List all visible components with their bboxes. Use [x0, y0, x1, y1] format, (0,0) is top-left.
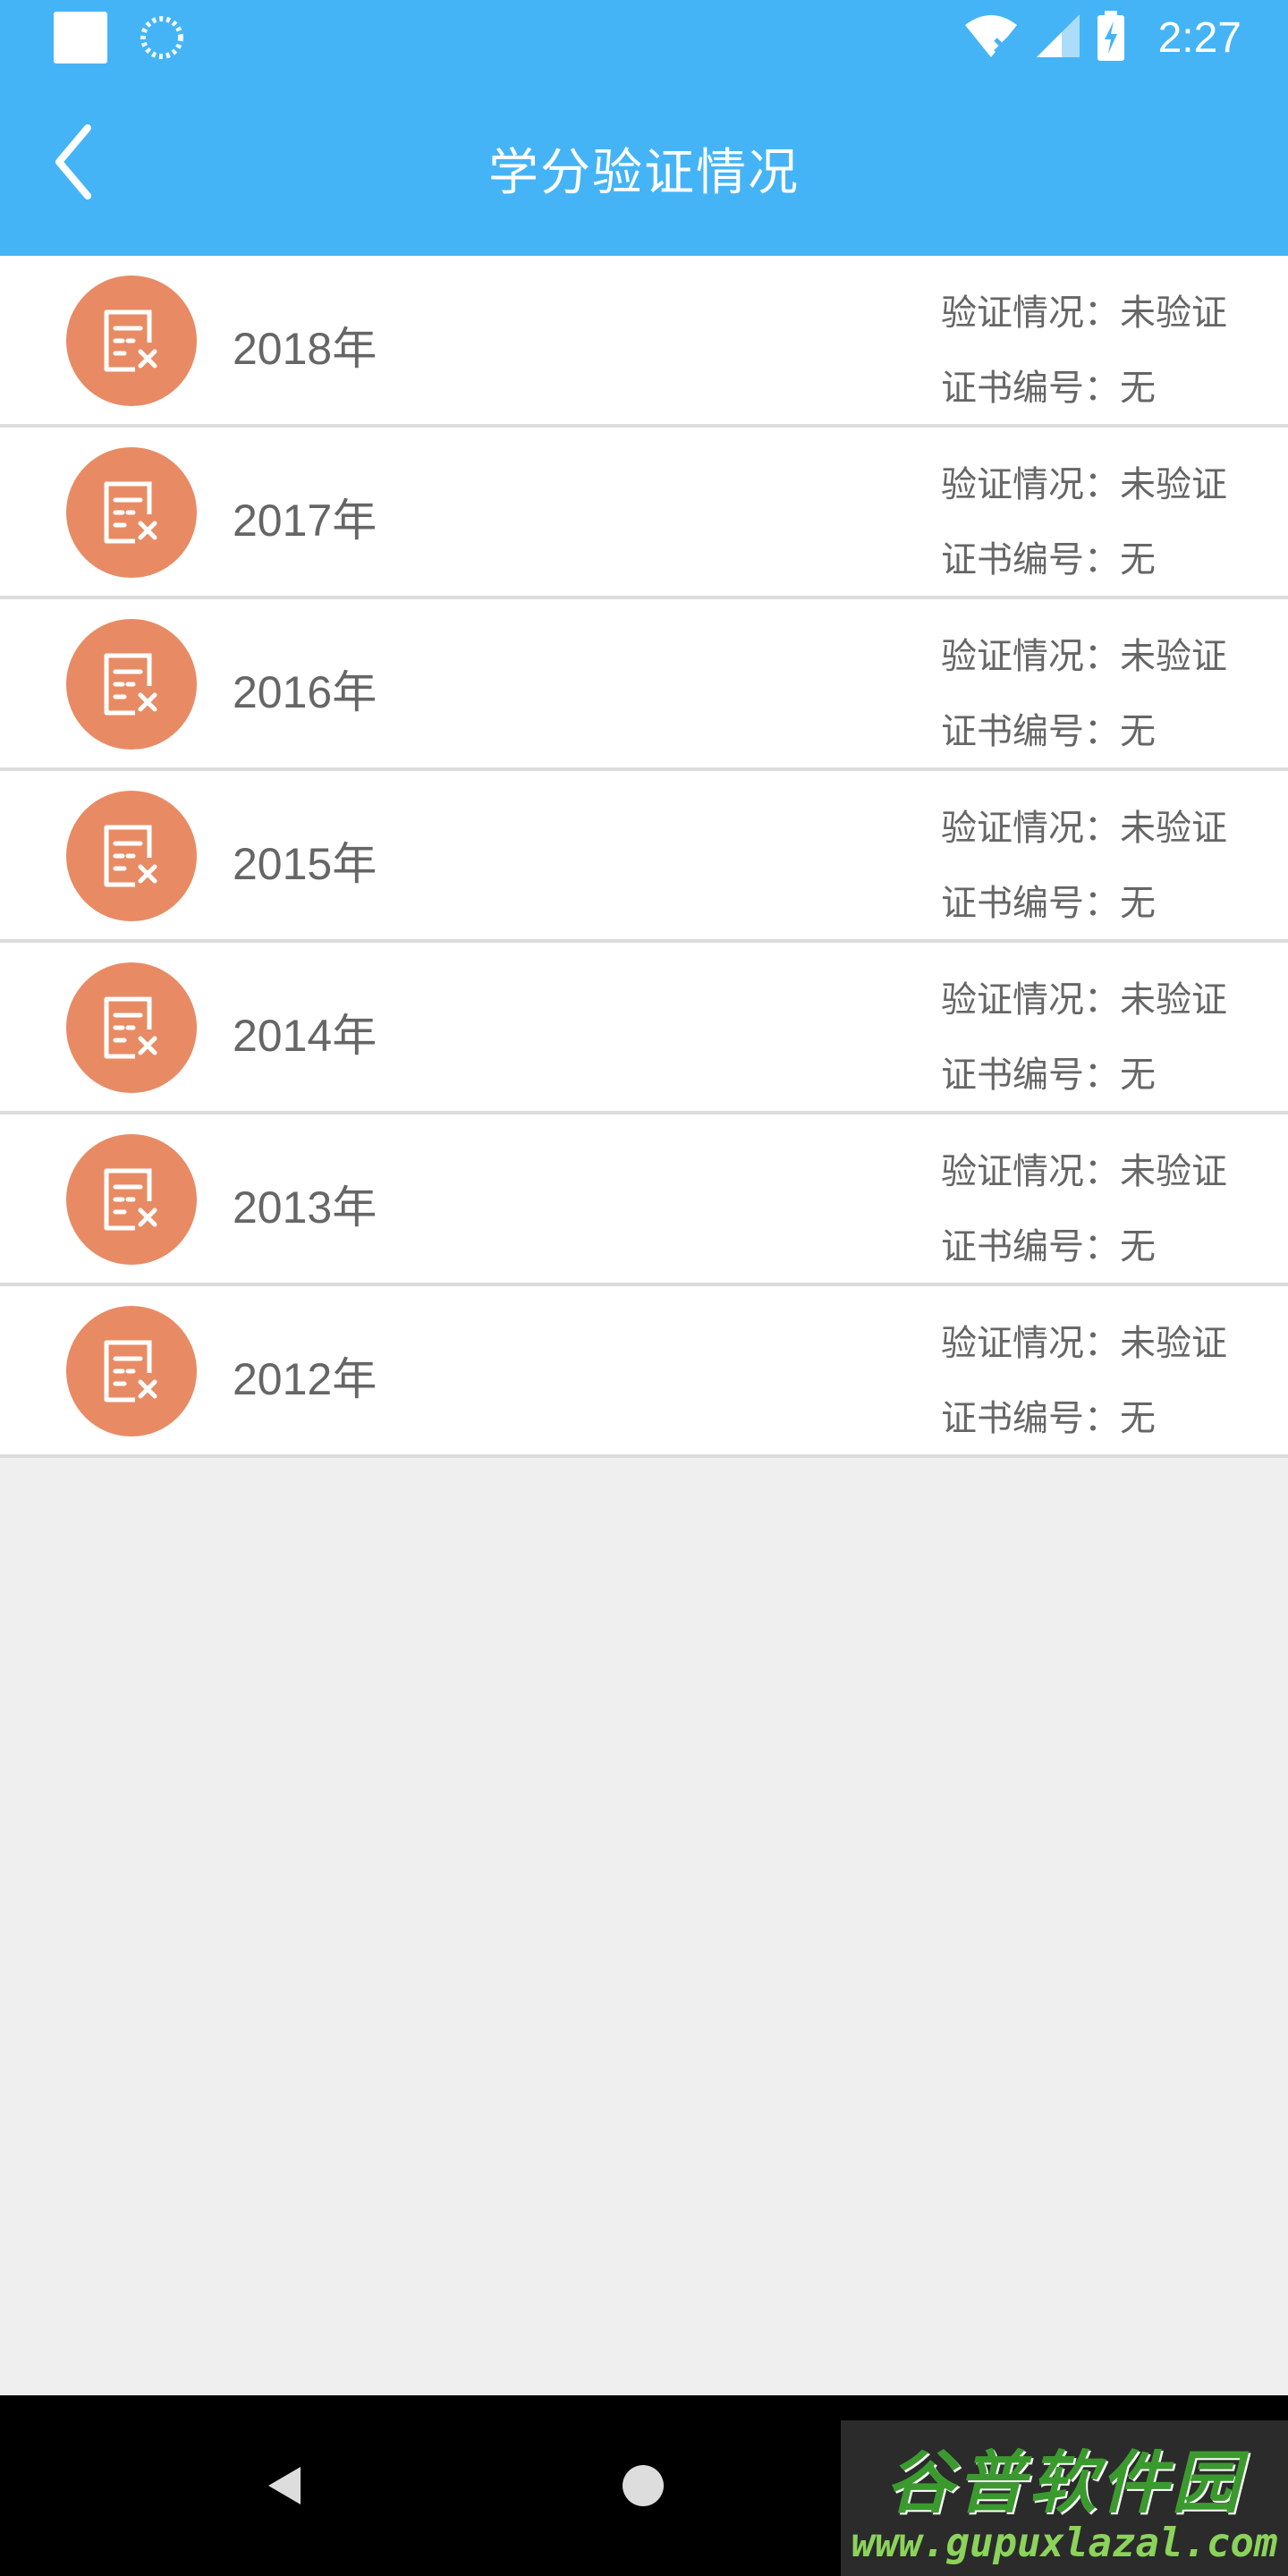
status-label: 验证情况： [941, 464, 1120, 505]
record-year: 2013年 [233, 1182, 377, 1233]
list-item[interactable]: 2013年 验证情况：未验证 证书编号：无 [0, 1114, 1288, 1286]
cert-label: 证书编号： [941, 368, 1120, 409]
certificate-x-icon [66, 1134, 197, 1265]
certificate-number: 证书编号：无 [941, 351, 1281, 426]
status-value: 未验证 [1120, 1151, 1227, 1192]
record-meta: 验证情况：未验证 证书编号：无 [941, 1306, 1281, 1456]
list-item[interactable]: 2017年 验证情况：未验证 证书编号：无 [0, 428, 1288, 599]
certificate-number: 证书编号：无 [941, 522, 1281, 597]
cert-value: 无 [1120, 539, 1156, 580]
verification-status: 验证情况：未验证 [941, 962, 1281, 1038]
record-year: 2017年 [233, 496, 377, 546]
list-item[interactable]: 2015年 验证情况：未验证 证书编号：无 [0, 771, 1288, 943]
app-header: 学分验证情况 [0, 79, 1288, 256]
cert-label: 证书编号： [941, 539, 1120, 580]
notification-square-icon [54, 12, 107, 64]
cert-label: 证书编号： [941, 711, 1120, 752]
record-year: 2012年 [233, 1354, 377, 1404]
record-year: 2016年 [233, 667, 377, 717]
cert-value: 无 [1120, 1398, 1156, 1439]
list-item[interactable]: 2016年 验证情况：未验证 证书编号：无 [0, 599, 1288, 771]
certificate-number: 证书编号：无 [941, 866, 1281, 941]
system-nav-bar: 谷普软件园 www.gupuxlazal.com [0, 2395, 1288, 2576]
cert-label: 证书编号： [941, 1055, 1120, 1096]
status-value: 未验证 [1120, 636, 1227, 677]
certificate-x-icon [66, 1306, 197, 1436]
cert-label: 证书编号： [941, 1398, 1120, 1439]
list-item[interactable]: 2012年 验证情况：未验证 证书编号：无 [0, 1286, 1288, 1458]
status-label: 验证情况： [941, 1323, 1120, 1364]
verification-status: 验证情况：未验证 [941, 447, 1281, 522]
verification-status: 验证情况：未验证 [941, 1306, 1281, 1381]
status-label: 验证情况： [941, 636, 1120, 677]
record-year: 2015年 [233, 839, 377, 889]
loading-icon [139, 14, 185, 61]
certificate-number: 证书编号：无 [941, 1381, 1281, 1456]
certificate-number: 证书编号：无 [941, 1209, 1281, 1284]
certificate-x-icon [66, 791, 197, 921]
list-item[interactable]: 2014年 验证情况：未验证 证书编号：无 [0, 943, 1288, 1114]
wifi-off-icon [963, 13, 1019, 63]
cert-value: 无 [1120, 1226, 1156, 1267]
status-value: 未验证 [1120, 292, 1227, 334]
certificate-x-icon [66, 962, 197, 1093]
record-meta: 验证情况：未验证 证书编号：无 [941, 1134, 1281, 1284]
status-value: 未验证 [1120, 979, 1227, 1021]
battery-charging-icon [1097, 11, 1124, 64]
status-value: 未验证 [1120, 1323, 1227, 1364]
watermark-title: 谷普软件园 [886, 2443, 1243, 2522]
status-bar: 2:27 [0, 0, 1288, 79]
status-label: 验证情况： [941, 292, 1120, 334]
cert-value: 无 [1120, 883, 1156, 924]
record-meta: 验证情况：未验证 证书编号：无 [941, 275, 1281, 426]
certificate-x-icon [66, 275, 197, 406]
cert-value: 无 [1120, 368, 1156, 409]
certificate-x-icon [66, 619, 197, 750]
verification-status: 验证情况：未验证 [941, 1134, 1281, 1209]
record-meta: 验证情况：未验证 证书编号：无 [941, 447, 1281, 597]
list-item[interactable]: 2018年 验证情况：未验证 证书编号：无 [0, 256, 1288, 428]
verification-status: 验证情况：未验证 [941, 275, 1281, 351]
watermark-logo: 谷普软件园 www.gupuxlazal.com [841, 2420, 1288, 2576]
record-meta: 验证情况：未验证 证书编号：无 [941, 962, 1281, 1113]
cert-value: 无 [1120, 711, 1156, 752]
record-year: 2014年 [233, 1011, 377, 1061]
nav-home-button[interactable] [623, 2465, 664, 2506]
status-label: 验证情况： [941, 979, 1120, 1021]
certificate-number: 证书编号：无 [941, 1038, 1281, 1113]
nav-back-button[interactable] [265, 2463, 304, 2512]
verification-status: 验证情况：未验证 [941, 619, 1281, 694]
page-title: 学分验证情况 [488, 144, 800, 202]
certificate-number: 证书编号：无 [941, 694, 1281, 769]
watermark-url: www.gupuxlazal.com [851, 2521, 1278, 2566]
cert-label: 证书编号： [941, 883, 1120, 924]
clock: 2:27 [1157, 13, 1241, 62]
status-label: 验证情况： [941, 1151, 1120, 1192]
status-value: 未验证 [1120, 808, 1227, 849]
cert-label: 证书编号： [941, 1226, 1120, 1267]
status-value: 未验证 [1120, 464, 1227, 505]
cert-value: 无 [1120, 1055, 1156, 1096]
cell-signal-icon [1035, 13, 1081, 63]
status-label: 验证情况： [941, 808, 1120, 849]
app-screen: 2:27 学分验证情况 2018年 验证情况：未验证 证书编号：无 2017年 验证情况… [0, 0, 1288, 2576]
record-meta: 验证情况：未验证 证书编号：无 [941, 619, 1281, 769]
verification-status: 验证情况：未验证 [941, 791, 1281, 866]
credit-verification-list: 2018年 验证情况：未验证 证书编号：无 2017年 验证情况：未验证 证书编号：无 20… [0, 256, 1288, 1458]
record-meta: 验证情况：未验证 证书编号：无 [941, 791, 1281, 941]
record-year: 2018年 [233, 324, 377, 374]
certificate-x-icon [66, 447, 197, 578]
status-bar-left [54, 12, 185, 64]
status-bar-right: 2:27 [963, 11, 1241, 64]
